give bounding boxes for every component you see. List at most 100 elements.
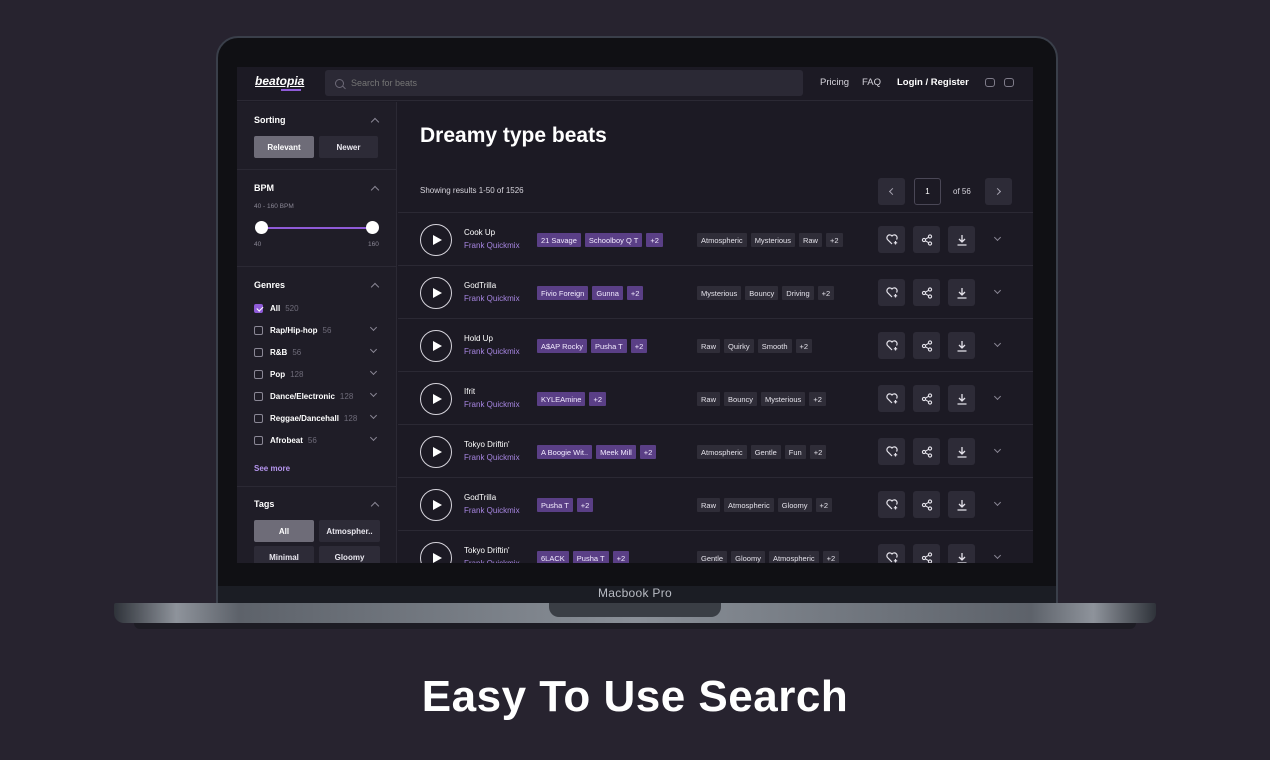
share-button[interactable] <box>913 544 940 563</box>
chevron-down-icon[interactable] <box>369 389 378 398</box>
artist-tag[interactable]: +2 <box>576 498 594 512</box>
expand-row-icon[interactable] <box>993 286 1002 295</box>
login-register-link[interactable]: Login / Register <box>897 77 969 88</box>
download-button[interactable] <box>948 385 975 412</box>
play-button[interactable] <box>420 436 452 468</box>
expand-row-icon[interactable] <box>993 392 1002 401</box>
page-number-input[interactable] <box>914 178 941 205</box>
mood-tag[interactable]: +2 <box>809 445 827 459</box>
tag-gloomy-button[interactable]: Gloomy <box>319 546 380 563</box>
artist-tag[interactable]: +2 <box>646 233 663 247</box>
download-button[interactable] <box>948 279 975 306</box>
track-title[interactable]: Tokyo Driftin' <box>464 440 510 449</box>
mood-tag[interactable]: Quirky <box>724 339 754 353</box>
tag-all-button[interactable]: All <box>254 520 314 542</box>
mood-tag[interactable]: Raw <box>697 392 721 406</box>
genre-checkbox[interactable] <box>254 303 263 313</box>
favorite-button[interactable] <box>878 226 905 253</box>
favorite-button[interactable] <box>878 491 905 518</box>
mood-tag[interactable]: +2 <box>817 286 835 300</box>
track-title[interactable]: GodTrilla <box>464 493 496 502</box>
play-button[interactable] <box>420 383 452 415</box>
artist-tag[interactable]: Gunna <box>592 286 623 300</box>
share-button[interactable] <box>913 438 940 465</box>
expand-row-icon[interactable] <box>993 339 1002 348</box>
play-button[interactable] <box>420 330 452 362</box>
bpm-slider-track[interactable] <box>261 227 373 229</box>
expand-row-icon[interactable] <box>993 445 1002 454</box>
download-button[interactable] <box>948 438 975 465</box>
genre-item[interactable]: Rap/Hip-hop 56 <box>254 324 331 336</box>
expand-row-icon[interactable] <box>993 233 1002 242</box>
track-producer[interactable]: Frank Quickmix <box>464 506 520 515</box>
genre-item[interactable]: Pop 128 <box>254 368 303 380</box>
mood-tag[interactable]: Atmospheric <box>724 498 774 512</box>
mood-tag[interactable]: Fun <box>784 445 806 459</box>
mood-tag[interactable]: Mysterious <box>697 286 742 300</box>
sorting-collapse-icon[interactable] <box>370 117 380 127</box>
bpm-collapse-icon[interactable] <box>370 185 380 195</box>
mood-tag[interactable]: Gentle <box>697 551 728 563</box>
genre-checkbox[interactable] <box>254 347 263 357</box>
play-button[interactable] <box>420 542 452 563</box>
track-title[interactable]: Ifrit <box>464 387 475 396</box>
download-button[interactable] <box>948 226 975 253</box>
mood-tag[interactable]: +2 <box>825 233 843 247</box>
chevron-down-icon[interactable] <box>369 411 378 420</box>
favorite-button[interactable] <box>878 279 905 306</box>
artist-tag[interactable]: Pusha T <box>537 498 573 512</box>
track-title[interactable]: Hold Up <box>464 334 493 343</box>
mood-tag[interactable]: Smooth <box>757 339 792 353</box>
artist-tag[interactable]: +2 <box>630 339 648 353</box>
mood-tag[interactable]: Atmospheric <box>697 445 747 459</box>
artist-tag[interactable]: +2 <box>639 445 657 459</box>
expand-row-icon[interactable] <box>993 498 1002 507</box>
youtube-icon[interactable] <box>985 78 995 87</box>
logo[interactable]: beatopia <box>255 74 304 88</box>
mood-tag[interactable]: Bouncy <box>745 286 779 300</box>
sort-relevant-button[interactable]: Relevant <box>254 136 314 158</box>
artist-tag[interactable]: Fivio Foreign <box>537 286 589 300</box>
track-producer[interactable]: Frank Quickmix <box>464 347 520 356</box>
chevron-down-icon[interactable] <box>369 323 378 332</box>
mood-tag[interactable]: +2 <box>809 392 826 406</box>
favorite-button[interactable] <box>878 332 905 359</box>
artist-tag[interactable]: Pusha T <box>572 551 609 563</box>
mood-tag[interactable]: Raw <box>697 339 721 353</box>
tag-minimal-button[interactable]: Minimal <box>254 546 314 563</box>
track-title[interactable]: GodTrilla <box>464 281 496 290</box>
track-title[interactable]: Tokyo Driftin' <box>464 546 510 555</box>
play-button[interactable] <box>420 224 452 256</box>
mood-tag[interactable]: Raw <box>798 233 822 247</box>
download-button[interactable] <box>948 544 975 563</box>
download-button[interactable] <box>948 332 975 359</box>
artist-tag[interactable]: +2 <box>589 392 606 406</box>
chevron-down-icon[interactable] <box>369 367 378 376</box>
chevron-down-icon[interactable] <box>369 433 378 442</box>
artist-tag[interactable]: +2 <box>626 286 644 300</box>
mood-tag[interactable]: Mysterious <box>761 392 806 406</box>
tags-collapse-icon[interactable] <box>370 501 380 511</box>
artist-tag[interactable]: Schoolboy Q T <box>584 233 643 247</box>
genre-item[interactable]: R&B 56 <box>254 346 301 358</box>
sort-newer-button[interactable]: Newer <box>319 136 378 158</box>
nav-pricing[interactable]: Pricing <box>820 77 849 88</box>
mood-tag[interactable]: Atmospheric <box>768 551 819 563</box>
mood-tag[interactable]: Gloomy <box>777 498 812 512</box>
share-button[interactable] <box>913 279 940 306</box>
instagram-icon[interactable] <box>1004 78 1014 87</box>
track-producer[interactable]: Frank Quickmix <box>464 241 520 250</box>
see-more-link[interactable]: See more <box>254 464 290 473</box>
genre-item[interactable]: Reggae/Dancehall 128 <box>254 412 357 424</box>
nav-faq[interactable]: FAQ <box>862 77 881 88</box>
favorite-button[interactable] <box>878 385 905 412</box>
artist-tag[interactable]: Meek Mill <box>596 445 636 459</box>
genre-item[interactable]: Dance/Electronic 128 <box>254 390 353 402</box>
mood-tag[interactable]: Mysterious <box>750 233 795 247</box>
download-button[interactable] <box>948 491 975 518</box>
tag-atmospheric-button[interactable]: Atmospher.. <box>319 520 380 542</box>
genre-checkbox[interactable] <box>254 413 263 423</box>
genre-checkbox[interactable] <box>254 435 263 445</box>
track-title[interactable]: Cook Up <box>464 228 495 237</box>
track-producer[interactable]: Frank Quickmix <box>464 294 520 303</box>
